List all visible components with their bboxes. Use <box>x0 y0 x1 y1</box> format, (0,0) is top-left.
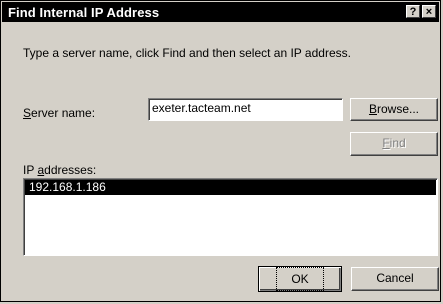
close-icon[interactable]: × <box>422 5 436 18</box>
window-title: Find Internal IP Address <box>8 5 160 20</box>
server-name-value: exeter.tacteam.net <box>152 101 251 115</box>
cancel-button[interactable]: Cancel <box>351 267 439 291</box>
find-ip-dialog: Find Internal IP Address ? × Type a serv… <box>0 0 441 302</box>
list-item[interactable]: 192.168.1.186 <box>25 180 436 195</box>
find-label: Find <box>382 136 406 150</box>
ok-button[interactable]: OK <box>258 266 342 292</box>
ok-label: OK <box>276 267 324 291</box>
ip-addresses-label: IP addresses: <box>23 163 97 177</box>
find-button[interactable]: Find <box>350 132 438 156</box>
cancel-label: Cancel <box>376 271 414 285</box>
server-name-input[interactable]: exeter.tacteam.net <box>148 98 343 121</box>
browse-label: Browse... <box>368 102 420 116</box>
help-icon[interactable]: ? <box>406 5 420 18</box>
ip-address-list[interactable]: 192.168.1.186 <box>23 178 438 256</box>
instructions-text: Type a server name, click Find and then … <box>23 46 351 60</box>
server-name-label: Server name: <box>23 106 96 120</box>
title-bar[interactable]: Find Internal IP Address ? × <box>2 2 439 22</box>
browse-button[interactable]: Browse... <box>350 98 438 121</box>
